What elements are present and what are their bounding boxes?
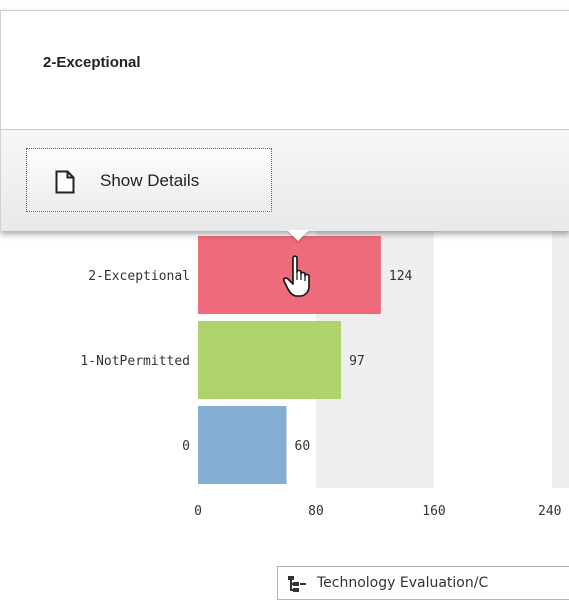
popup-header: 2-Exceptional (1, 11, 569, 130)
bar-0[interactable] (198, 406, 287, 484)
category-label: 1-NotPermitted (80, 354, 190, 369)
show-details-button[interactable]: Show Details (26, 148, 272, 212)
show-details-label: Show Details (100, 171, 200, 190)
category-label: 0 (182, 439, 190, 454)
popup-footer: Show Details (1, 130, 569, 231)
data-label: 124 (389, 269, 413, 284)
popup-title: 2-Exceptional (43, 54, 141, 71)
document-icon (55, 170, 75, 194)
dimension-chip-label: Technology Evaluation/C (317, 575, 489, 591)
data-label: 97 (349, 354, 365, 369)
bar-popup: 2-Exceptional Show Details (0, 10, 569, 231)
bar-1-NotPermitted[interactable] (198, 321, 342, 399)
hierarchy-icon (288, 576, 306, 592)
hand-pointer-cursor-icon (283, 255, 310, 297)
dimension-chip[interactable]: Technology Evaluation/C (277, 566, 569, 600)
grid-band (552, 230, 569, 488)
category-label: 2-Exceptional (88, 269, 190, 284)
popup-caret (287, 230, 309, 241)
x-tick-label: 80 (308, 504, 324, 519)
data-label: 60 (295, 439, 311, 454)
x-tick-label: 240 (538, 504, 561, 519)
x-tick-label: 0 (194, 504, 202, 519)
x-tick-label: 160 (422, 504, 445, 519)
